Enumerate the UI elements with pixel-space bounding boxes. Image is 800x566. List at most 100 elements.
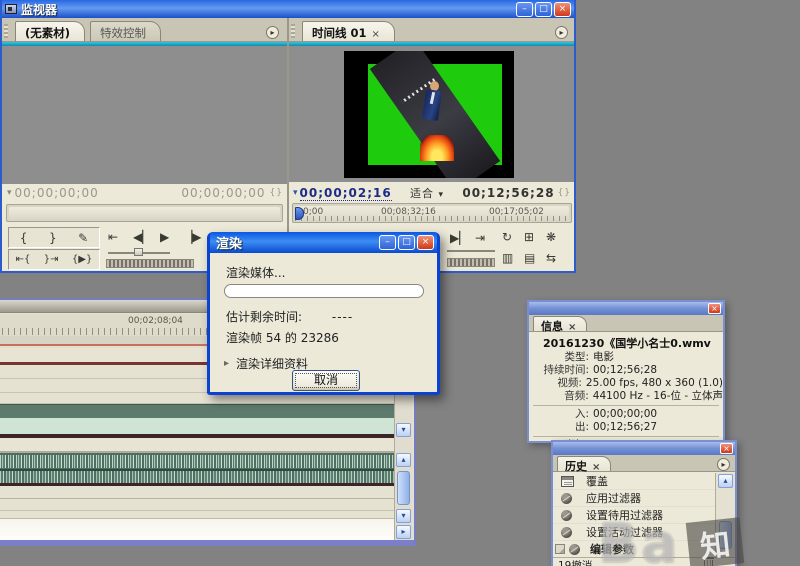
history-titlebar[interactable]: × xyxy=(553,442,735,455)
program-panel-menu-button[interactable]: ▸ xyxy=(555,26,568,39)
jog-wheel[interactable] xyxy=(106,259,194,268)
tab-effect-controls[interactable]: 特效控制 xyxy=(90,21,162,41)
info-row: 出: 00;12;56;27 xyxy=(574,421,658,433)
filter-icon xyxy=(561,526,572,538)
source-preview-empty xyxy=(2,46,287,184)
source-current-timecode[interactable]: 00;00;00;00 xyxy=(15,186,99,200)
expand-details-icon[interactable]: ▸ xyxy=(224,358,229,369)
filter-icon xyxy=(561,509,572,521)
source-playhead-icon: ▾ xyxy=(7,188,12,198)
info-row: 持续时间: 00;12;56;28 xyxy=(543,364,658,376)
render-close-button[interactable]: × xyxy=(417,235,434,250)
marker-button[interactable]: ✎ xyxy=(78,231,88,245)
watermark-text: Ba xyxy=(598,512,680,566)
safe-margins-button[interactable]: ⊞ xyxy=(524,230,534,244)
panel-grip[interactable] xyxy=(4,24,8,38)
tab-history[interactable]: 历史 × xyxy=(557,456,612,473)
lift-button[interactable]: ▥ xyxy=(502,251,513,265)
pair-icon: {} xyxy=(557,188,572,198)
scroll-down-button[interactable]: ▾ xyxy=(396,423,411,437)
tab-info[interactable]: 信息 × xyxy=(533,316,588,333)
prog-step-forward-button[interactable]: ▶▏ xyxy=(450,231,468,245)
scroll-up-button[interactable]: ▴ xyxy=(718,474,733,488)
scroll-down-button[interactable]: ▾ xyxy=(396,509,411,523)
scroll-thumb[interactable] xyxy=(397,471,410,505)
extract-button[interactable]: ▤ xyxy=(524,251,535,265)
set-out-button[interactable]: } xyxy=(49,231,57,245)
play-in-out-group: ⇤{ }⇥ {▶} xyxy=(8,249,100,270)
info-window: × 信息 × 20161230《国学小名士0.wmv 类型: 电影 持续时间: 00;… xyxy=(527,300,725,451)
scroll-right-button[interactable]: ▸ xyxy=(396,525,411,539)
tab-close-icon[interactable]: × xyxy=(592,462,600,473)
info-close-button[interactable]: × xyxy=(708,303,721,314)
source-duration-timecode: 00;00;00;00 xyxy=(181,186,266,200)
panel-grip[interactable] xyxy=(291,24,295,38)
pair-icon: {} xyxy=(269,188,283,198)
program-timecode-row: ▾ 00;00;02;16 适合 ▾ 00;12;56;28 {} xyxy=(289,184,574,202)
loop-button[interactable]: ↻ xyxy=(502,230,512,244)
program-duration-timecode: 00;12;56;28 xyxy=(462,186,555,200)
output-button[interactable]: ❋ xyxy=(546,230,556,244)
shuttle-thumb[interactable] xyxy=(134,248,143,256)
prog-shuttle-slider[interactable] xyxy=(447,250,495,252)
info-titlebar[interactable]: × xyxy=(529,302,723,315)
play-button[interactable]: ▶ xyxy=(160,230,169,244)
render-maximize-button[interactable]: □ xyxy=(398,235,415,250)
render-minimize-button[interactable]: – xyxy=(379,235,396,250)
video-clip-bar-light[interactable] xyxy=(0,418,394,434)
history-panel-menu-button[interactable]: ▸ xyxy=(717,458,730,471)
info-row: 入: 00;00;00;00 xyxy=(574,408,658,420)
app-icon xyxy=(5,4,17,14)
undo-count: 19撤消 xyxy=(558,559,593,566)
tab-close-icon[interactable]: × xyxy=(568,322,576,333)
export-frame-button[interactable]: ⇆ xyxy=(546,251,556,265)
audio-track-empty[interactable] xyxy=(0,486,394,518)
fit-dropdown[interactable]: 适合 ▾ xyxy=(410,185,444,201)
source-ruler[interactable] xyxy=(6,204,283,222)
step-back-button[interactable]: ◀▏ xyxy=(133,230,151,244)
tab-close-icon[interactable]: × xyxy=(372,29,380,40)
close-button[interactable]: × xyxy=(554,1,571,17)
play-to-out-button[interactable]: }⇥ xyxy=(44,254,59,265)
prog-jog-wheel[interactable] xyxy=(447,258,495,267)
eta-label: 估计剩余时间: xyxy=(226,310,303,324)
step-forward-button[interactable]: ▕▶ xyxy=(183,230,201,244)
goto-in-button[interactable]: ⇤ xyxy=(108,230,118,244)
filter-icon xyxy=(561,492,572,504)
play-from-in-button[interactable]: ⇤{ xyxy=(16,254,31,265)
info-filename: 20161230《国学小名士0.wmv xyxy=(543,337,711,350)
play-in-to-out-button[interactable]: {▶} xyxy=(72,254,92,265)
timeline-tick-label: 00;02;08;04 xyxy=(128,316,183,326)
monitor-title: 监视器 xyxy=(21,2,58,17)
program-current-timecode[interactable]: 00;00;02;16 xyxy=(299,186,392,201)
render-dialog-titlebar[interactable]: 渲染 – □ × xyxy=(210,232,437,253)
info-separator xyxy=(533,436,719,437)
history-item[interactable]: 应用过滤器 xyxy=(553,490,715,507)
tab-timeline-01[interactable]: 时间线 01 × xyxy=(302,21,395,41)
history-tabbar: 历史 × xyxy=(553,455,735,473)
info-row: 视频: 25.00 fps, 480 x 360 (1.0) xyxy=(557,377,723,389)
video-clip-bar[interactable] xyxy=(0,404,394,418)
audio-waveform-track[interactable] xyxy=(0,453,394,486)
scroll-up-button[interactable]: ▴ xyxy=(396,453,411,467)
program-video-frame[interactable] xyxy=(344,51,514,178)
history-close-button[interactable]: × xyxy=(720,443,733,454)
source-panel-menu-button[interactable]: ▸ xyxy=(266,26,279,39)
monitor-titlebar[interactable]: 监视器 – □ × xyxy=(2,0,574,18)
chevron-down-icon: ▾ xyxy=(438,190,445,200)
track-gap2 xyxy=(0,438,394,451)
maximize-button[interactable]: □ xyxy=(535,1,552,17)
minimize-button[interactable]: – xyxy=(516,1,533,17)
set-in-button[interactable]: { xyxy=(20,231,28,245)
program-tabbar: 时间线 01 × xyxy=(289,18,574,42)
history-item[interactable]: 覆盖 xyxy=(553,473,715,490)
eta-value: ---- xyxy=(331,310,354,324)
overwrite-icon xyxy=(561,475,574,487)
program-ruler[interactable]: 0;00 00;08;32;16 00;17;05;02 xyxy=(292,203,572,223)
prog-goto-out-button[interactable]: ⇥ xyxy=(475,231,485,245)
filter-icon xyxy=(569,543,580,555)
tab-no-clip[interactable]: (无素材) xyxy=(15,21,86,41)
render-dialog-title: 渲染 xyxy=(216,237,243,252)
info-tabbar: 信息 × xyxy=(529,315,723,333)
cancel-button[interactable]: 取消 xyxy=(292,370,360,391)
